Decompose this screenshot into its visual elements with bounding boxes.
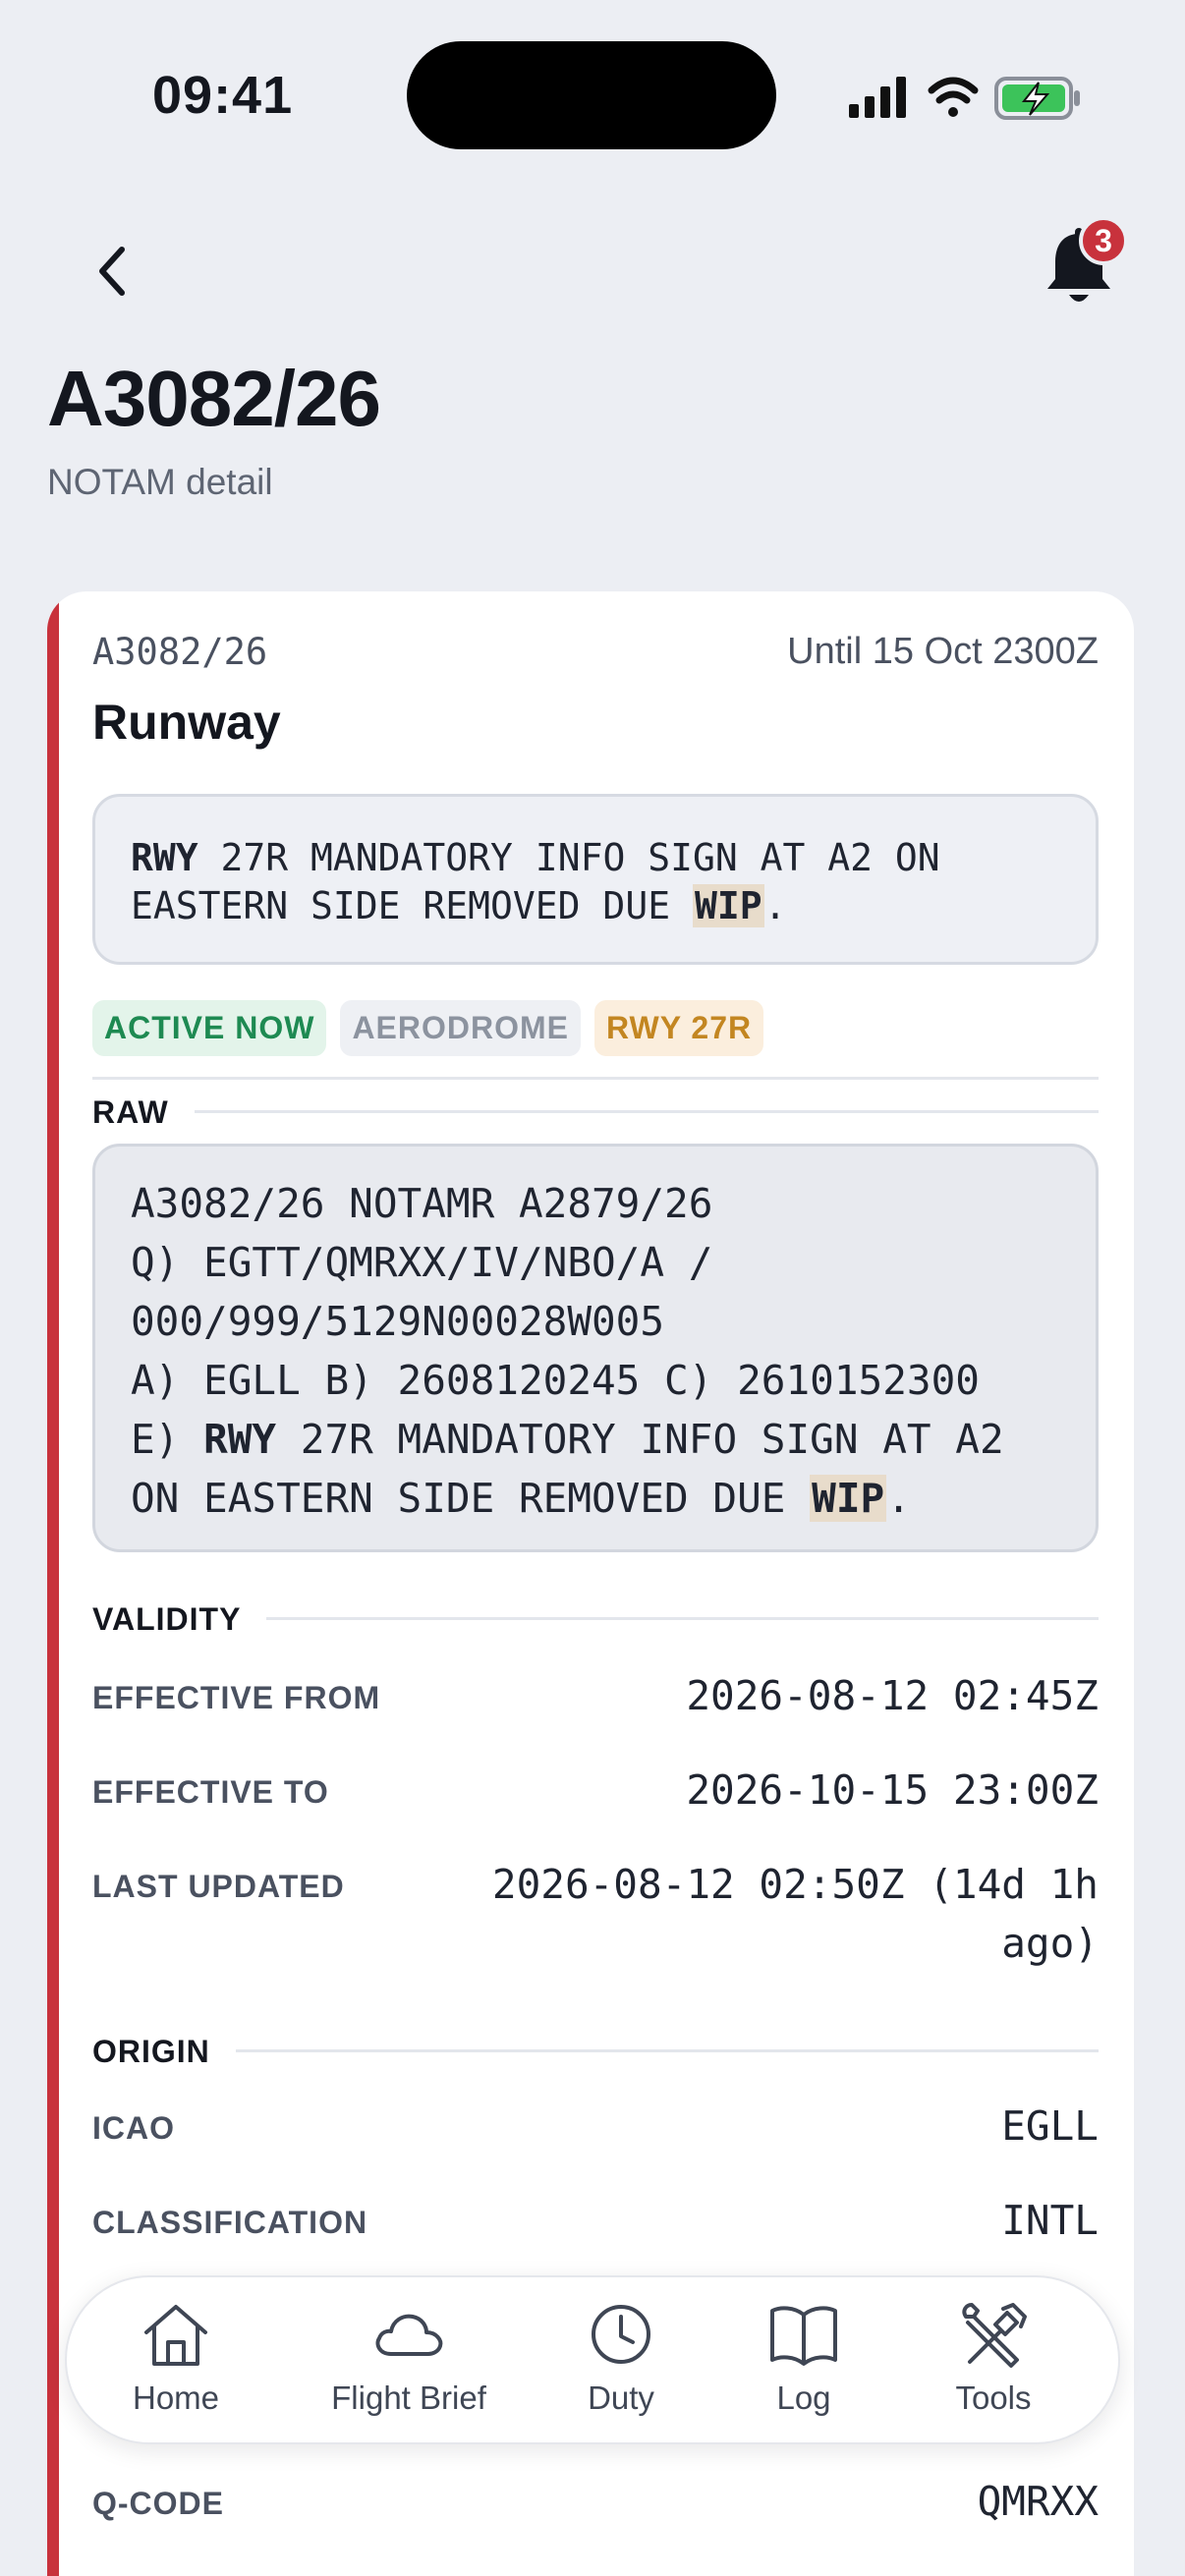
last-updated-label: LAST UPDATED — [92, 1869, 345, 1904]
cloud-icon — [375, 2314, 443, 2356]
summary-wip: WIP — [692, 884, 764, 927]
summary-end: . — [763, 884, 787, 927]
raw-line: A) EGLL B) 2608120245 C) 2610152300 — [131, 1357, 980, 1404]
notification-badge: 3 — [1079, 216, 1128, 265]
bottom-nav: Home Flight Brief Duty Log Tools — [65, 2275, 1120, 2444]
status-icons — [847, 69, 1083, 128]
book-icon — [770, 2306, 837, 2366]
nav-label-tools: Tools — [955, 2380, 1032, 2416]
tag-runway: RWY 27R — [594, 1000, 764, 1056]
nav-item-duty[interactable]: Duty — [562, 2299, 680, 2427]
raw-wip: WIP — [810, 1475, 887, 1522]
raw-line: Q) EGTT/QMRXX/IV/NBO/A / — [131, 1239, 713, 1286]
divider — [92, 1077, 1099, 1080]
effective-from-value: 2026-08-12 02:45Z — [686, 1672, 1099, 1719]
card-accent-bar — [47, 591, 59, 2576]
signal-icon — [849, 77, 906, 118]
qcode-label: Q-CODE — [92, 2486, 224, 2521]
tools-icon — [962, 2303, 1027, 2368]
nav-item-tools[interactable]: Tools — [930, 2299, 1057, 2427]
section-heading-origin: ORIGIN — [92, 2034, 236, 2070]
classification-label: CLASSIFICATION — [92, 2205, 368, 2240]
last-updated-line: 2026-08-12 02:50Z (14d 1h — [491, 1861, 1099, 1908]
nav-item-log[interactable]: Log — [745, 2299, 863, 2427]
raw-keyword: RWY — [203, 1416, 277, 1463]
raw-line-end: . — [886, 1475, 911, 1522]
last-updated-value: 2026-08-12 02:50Z (14d 1h ago) — [492, 1855, 1099, 1973]
page-title: A3082/26 — [47, 355, 381, 442]
nav-label-flight-brief: Flight Brief — [331, 2380, 486, 2416]
page-subtitle: NOTAM detail — [47, 462, 273, 502]
classification-value: INTL — [1001, 2197, 1099, 2244]
tag-list: ACTIVE NOW AERODROME RWY 27R — [92, 1000, 764, 1056]
raw-line: ON EASTERN SIDE REMOVED DUE — [131, 1475, 811, 1522]
nav-label-log: Log — [776, 2380, 831, 2416]
notam-category: Runway — [92, 695, 281, 750]
notam-summary: RWY 27R MANDATORY INFO SIGN AT A2 ON EAS… — [92, 794, 1099, 965]
last-updated-line: ago) — [1001, 1920, 1099, 1967]
qcode-value: QMRXX — [977, 2478, 1099, 2525]
raw-notam-text: A3082/26 NOTAMR A2879/26 Q) EGTT/QMRXX/I… — [92, 1144, 1099, 1552]
effective-to-label: EFFECTIVE TO — [92, 1774, 329, 1810]
status-badge-active: ACTIVE NOW — [92, 1000, 327, 1056]
notam-id: A3082/26 — [92, 631, 268, 673]
summary-keyword: RWY — [131, 836, 198, 879]
effective-from-label: EFFECTIVE FROM — [92, 1680, 381, 1715]
raw-line: A3082/26 NOTAMR A2879/26 — [131, 1180, 713, 1227]
back-button[interactable] — [81, 236, 143, 307]
battery-icon — [994, 77, 1080, 120]
raw-line: 000/999/5129N00028W005 — [131, 1298, 665, 1345]
tag-aerodrome: AERODROME — [340, 1000, 581, 1056]
status-time: 09:41 — [152, 66, 294, 125]
chevron-left-icon — [99, 247, 125, 296]
section-heading-validity: VALIDITY — [92, 1601, 267, 1638]
section-rule-origin — [92, 2049, 1099, 2052]
summary-text: 27R MANDATORY INFO SIGN AT A2 ON EASTERN… — [131, 836, 940, 927]
section-heading-raw: RAW — [92, 1094, 195, 1131]
effective-to-value: 2026-10-15 23:00Z — [686, 1766, 1099, 1814]
notam-until: Until 15 Oct 2300Z — [787, 631, 1099, 672]
nav-item-home[interactable]: Home — [112, 2299, 240, 2427]
icao-label: ICAO — [92, 2110, 175, 2146]
raw-line-prefix: E) — [131, 1416, 204, 1463]
home-icon — [144, 2305, 207, 2366]
wifi-icon — [928, 77, 979, 117]
nav-item-flight-brief[interactable]: Flight Brief — [320, 2299, 497, 2427]
raw-line: 27R MANDATORY INFO SIGN AT A2 — [276, 1416, 1004, 1463]
clock-icon — [592, 2305, 650, 2364]
section-rule-raw — [92, 1110, 1099, 1113]
nav-label-home: Home — [132, 2380, 220, 2416]
nav-label-duty: Duty — [588, 2380, 654, 2416]
icao-value: EGLL — [1001, 2102, 1099, 2150]
dynamic-island — [407, 41, 776, 149]
